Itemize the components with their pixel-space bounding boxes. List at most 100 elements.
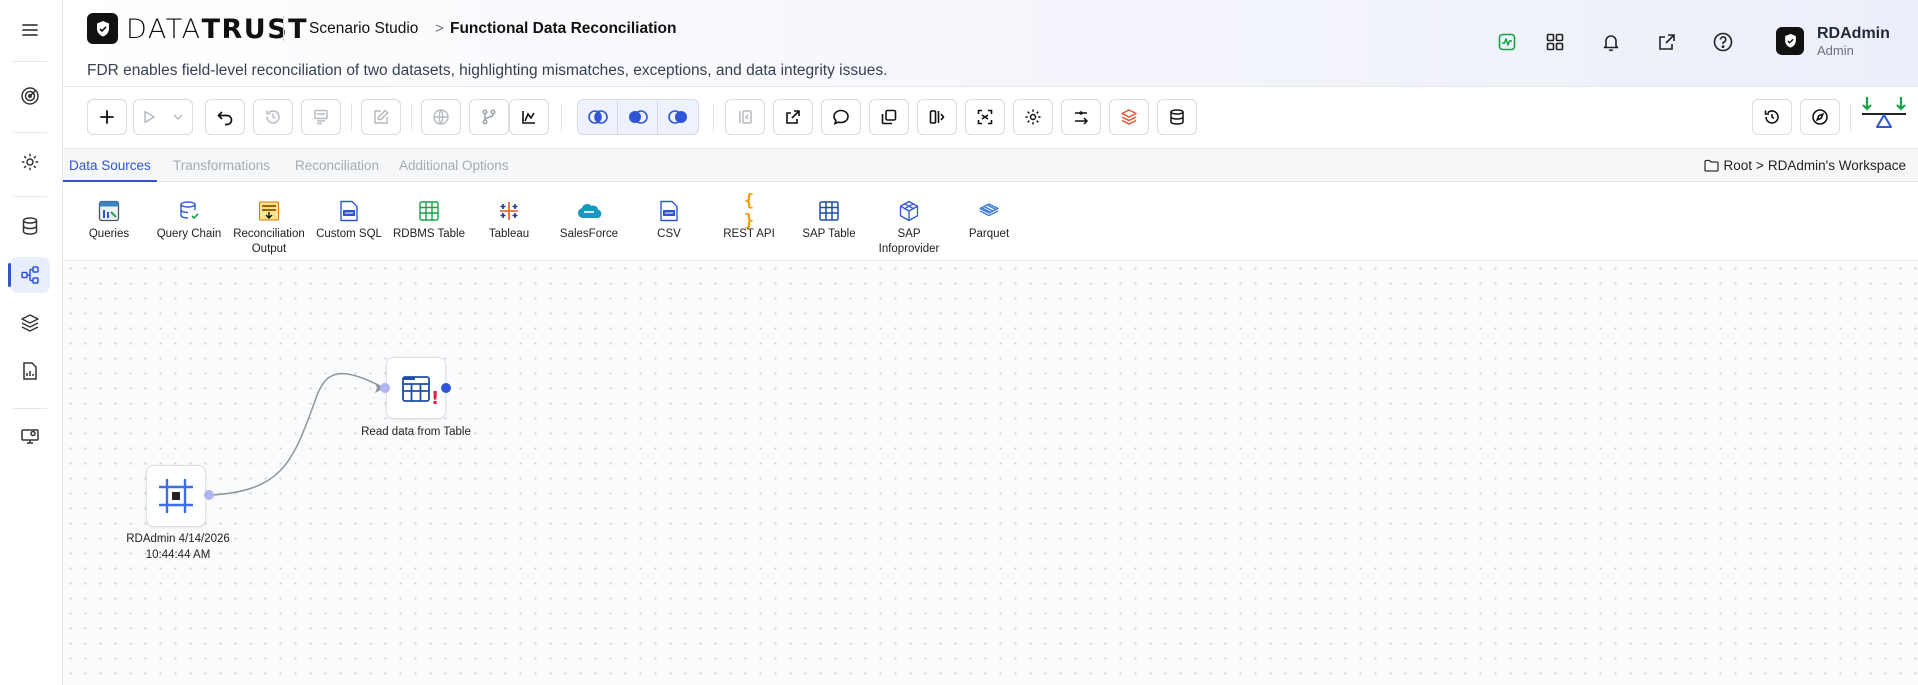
breadcrumb-root[interactable]: Root xyxy=(1723,158,1752,173)
palette-item-custom-sql[interactable]: Custom SQL xyxy=(309,198,389,242)
database-button[interactable] xyxy=(1157,99,1197,135)
start-node-output-port[interactable] xyxy=(204,490,214,500)
globe-button[interactable] xyxy=(421,99,461,135)
palette-item-query-chain[interactable]: Query Chain xyxy=(149,198,229,242)
rail-divider xyxy=(13,196,47,197)
brand-right: TRUST xyxy=(201,14,309,45)
map-icon xyxy=(1075,111,1089,125)
comment-button[interactable] xyxy=(821,99,861,135)
csv-icon xyxy=(656,198,682,224)
fit-view-icon xyxy=(977,109,993,125)
reconciliation-output-icon xyxy=(256,198,282,224)
run-button[interactable] xyxy=(133,99,193,135)
palette-item-parquet[interactable]: Parquet xyxy=(949,198,1029,242)
tableau-icon xyxy=(496,198,522,224)
monitor-settings-icon[interactable] xyxy=(10,418,50,454)
target-icon[interactable] xyxy=(10,78,50,114)
reconcile-logo-icon[interactable] xyxy=(1860,95,1908,139)
page-description: FDR enables field-level reconciliation o… xyxy=(87,62,888,79)
history-button[interactable] xyxy=(253,99,293,135)
fit-view-button[interactable] xyxy=(965,99,1005,135)
breadcrumb-parent[interactable]: Scenario Studio xyxy=(309,20,418,38)
inner-join-icon xyxy=(587,110,608,124)
brand-logo: DATATRUST xyxy=(126,14,308,45)
toolbar-divider xyxy=(351,103,352,131)
folder-icon xyxy=(1704,159,1720,172)
workspace-breadcrumb: Root > RDAdmin's Workspace xyxy=(1704,158,1906,173)
rest-api-icon: { } xyxy=(743,191,755,231)
read-table-node[interactable]: ! xyxy=(386,357,446,419)
activity-icon[interactable] xyxy=(1493,28,1521,56)
undo-button[interactable] xyxy=(205,99,245,135)
right-join-toggle[interactable] xyxy=(658,100,698,134)
map-button[interactable] xyxy=(1061,99,1101,135)
palette-label: CSV xyxy=(657,228,681,240)
restore-button[interactable] xyxy=(1752,99,1792,135)
settings-button[interactable] xyxy=(1013,99,1053,135)
palette-item-rdbms-table[interactable]: RDBMS Table xyxy=(389,198,469,242)
chart-button[interactable] xyxy=(509,99,549,135)
table-node-icon xyxy=(402,376,430,402)
tab-data-sources[interactable]: Data Sources xyxy=(63,149,157,182)
copy-icon xyxy=(881,109,897,125)
help-icon[interactable] xyxy=(1709,28,1737,56)
palette-item-tableau[interactable]: Tableau xyxy=(469,198,549,242)
first-icon xyxy=(739,110,752,124)
schema-button[interactable] xyxy=(301,99,341,135)
palette-item-rest-api[interactable]: { } REST API xyxy=(709,191,789,242)
tab-reconciliation[interactable]: Reconciliation xyxy=(289,149,385,182)
split-button[interactable] xyxy=(917,99,957,135)
inner-join-toggle[interactable] xyxy=(578,100,618,134)
export-button[interactable] xyxy=(773,99,813,135)
workflow-icon[interactable] xyxy=(8,257,50,293)
palette-label: Query Chain xyxy=(156,228,222,240)
stack-button[interactable] xyxy=(1109,99,1149,135)
read-table-node-label: Read data from Table xyxy=(361,426,471,438)
start-node[interactable] xyxy=(146,465,206,527)
rail-divider xyxy=(13,132,47,133)
palette-item-queries[interactable]: Queries xyxy=(69,198,149,242)
external-link-icon[interactable] xyxy=(1653,28,1681,56)
left-join-toggle[interactable] xyxy=(618,100,658,134)
add-button[interactable] xyxy=(87,99,127,135)
compass-button[interactable] xyxy=(1800,99,1840,135)
palette-item-sap-table[interactable]: SAP Table xyxy=(789,198,869,242)
join-type-toggle[interactable] xyxy=(577,99,699,135)
workflow-canvas[interactable]: RDAdmin 4/14/2026 10:44:44 AM ! Read dat… xyxy=(63,261,1918,685)
database-icon[interactable] xyxy=(10,208,50,244)
first-button[interactable] xyxy=(725,99,765,135)
tab-bar: Data Sources Transformations Reconciliat… xyxy=(63,148,1918,182)
data-source-palette: Queries Query Chain Reconciliation Outpu… xyxy=(63,182,1918,261)
salesforce-icon xyxy=(576,198,602,224)
edge-layer xyxy=(210,372,385,496)
bell-icon[interactable] xyxy=(1597,28,1625,56)
breadcrumb-separator: > xyxy=(435,20,444,37)
menu-icon[interactable] xyxy=(10,12,50,48)
avatar[interactable] xyxy=(1776,27,1804,55)
header-divider xyxy=(283,16,284,41)
tab-additional-options[interactable]: Additional Options xyxy=(393,149,515,182)
copy-button[interactable] xyxy=(869,99,909,135)
report-icon[interactable] xyxy=(10,353,50,389)
palette-item-sap-infoprovider[interactable]: SAP Infoprovider xyxy=(869,198,949,257)
comment-icon xyxy=(833,109,849,125)
history-icon xyxy=(266,110,280,124)
breadcrumb-separator: > xyxy=(1755,158,1764,173)
breadcrumb-workspace[interactable]: RDAdmin's Workspace xyxy=(1768,158,1906,173)
branch-button[interactable] xyxy=(469,99,509,135)
toolbar-divider xyxy=(411,103,412,131)
gear-icon[interactable] xyxy=(10,144,50,180)
edit-button[interactable] xyxy=(361,99,401,135)
layers-icon[interactable] xyxy=(10,305,50,341)
app-header: DATATRUST Scenario Studio > Functional D… xyxy=(63,0,1918,87)
read-table-node-input-port[interactable] xyxy=(380,383,390,393)
palette-item-salesforce[interactable]: SalesForce xyxy=(549,198,629,242)
palette-item-reconciliation-output[interactable]: Reconciliation Output xyxy=(229,198,309,257)
split-icon xyxy=(929,110,945,124)
user-name[interactable]: RDAdmin xyxy=(1817,25,1890,43)
tab-transformations[interactable]: Transformations xyxy=(167,149,276,182)
apps-grid-icon[interactable] xyxy=(1541,28,1569,56)
palette-item-csv[interactable]: CSV xyxy=(629,198,709,242)
read-table-node-output-port[interactable] xyxy=(441,383,451,393)
edit-icon xyxy=(374,109,389,124)
